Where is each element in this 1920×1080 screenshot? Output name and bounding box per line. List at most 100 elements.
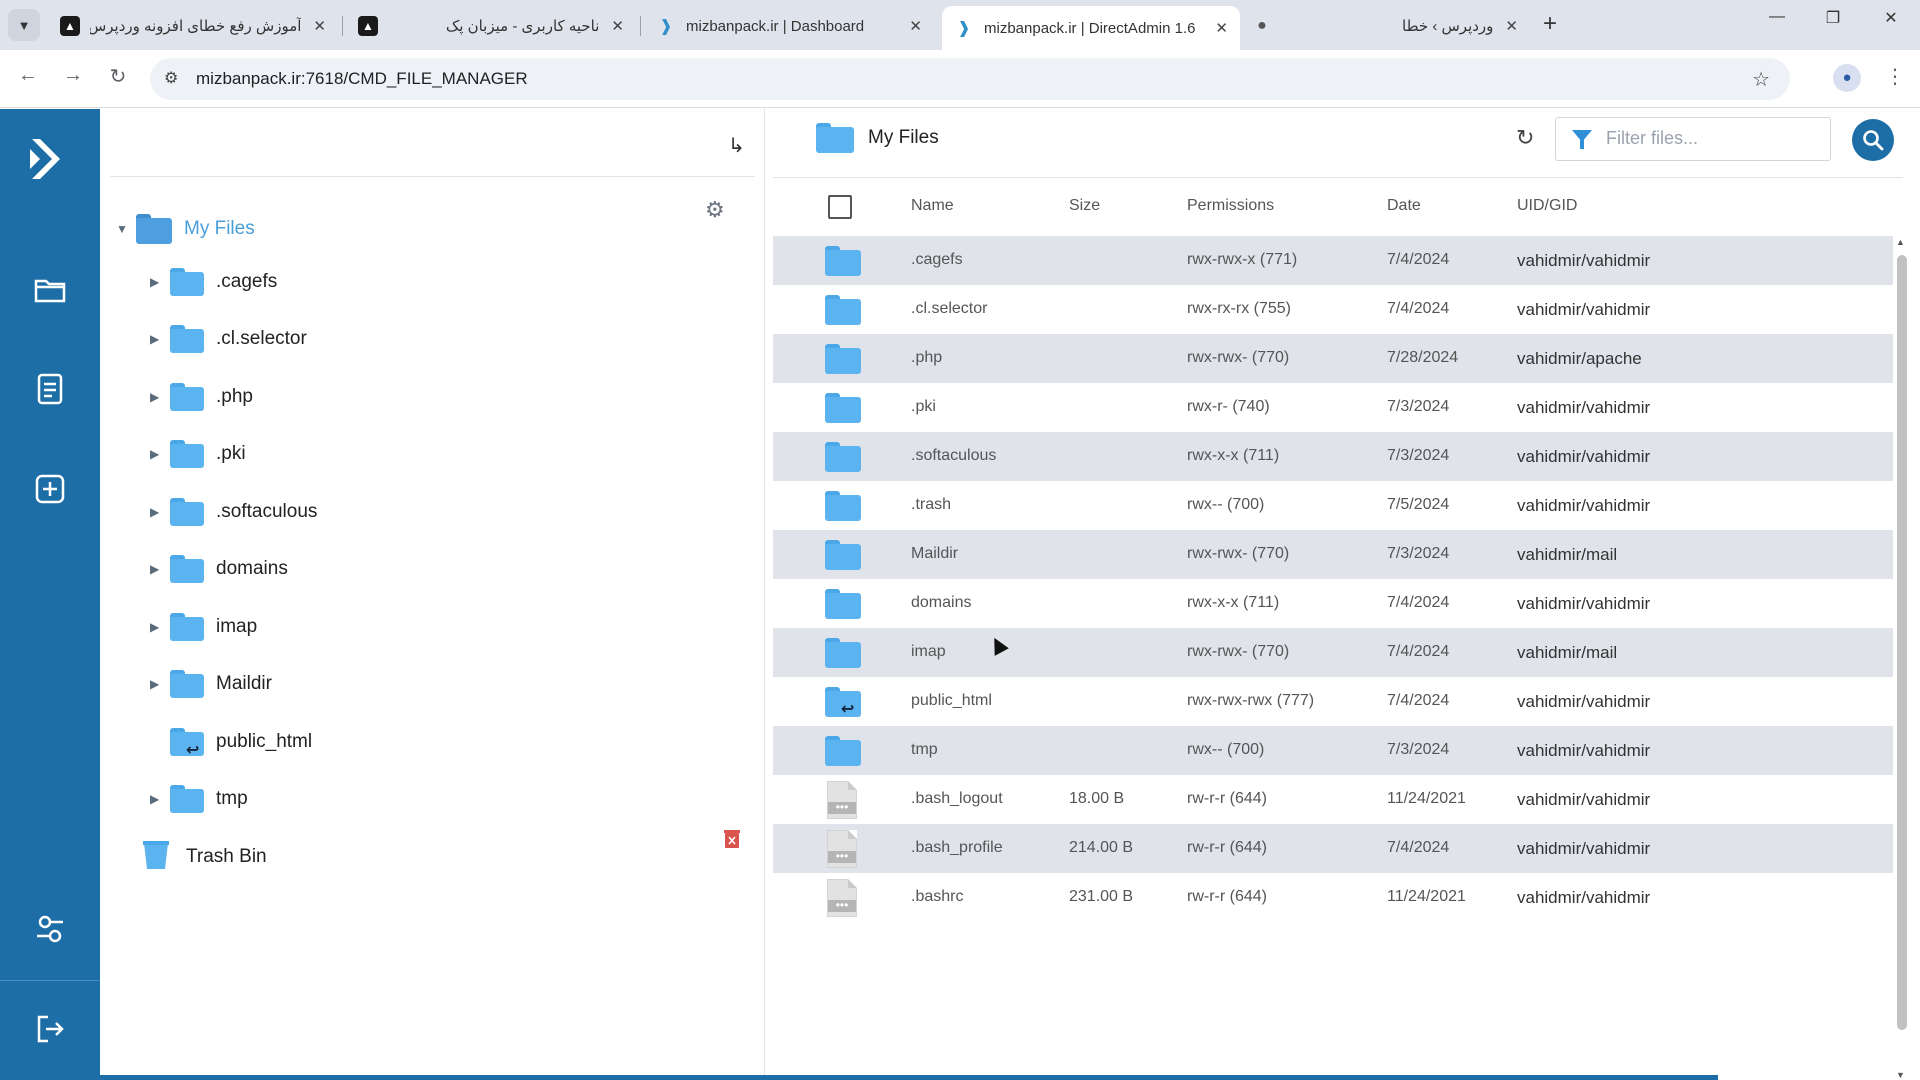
column-size[interactable]: Size [1069,197,1100,215]
file-name[interactable]: domains [911,594,971,612]
profile-avatar-icon[interactable]: ● [1833,64,1861,92]
breadcrumb-label[interactable]: My Files [868,127,939,149]
table-row[interactable]: .cl.selector rwx-rx-rx (755) 7/4/2024 vahid… [773,285,1893,334]
forward-icon[interactable]: → [58,64,88,87]
tree-item[interactable]: ▶ Maildir [150,664,272,704]
table-row[interactable]: .cagefs rwx-rwx-x (771) 7/4/2024 vahidmir/v… [773,236,1893,285]
browser-tab-3[interactable]: ❱ mizbanpack.ir | Dashboard ✕ [644,8,934,44]
browser-tab-1[interactable]: ▲ آموزش رفع خطای افزونه وردپرس ✕ [48,8,338,44]
scroll-up-icon[interactable]: ▲ [1896,237,1905,247]
table-row[interactable]: .softaculous rwx-x-x (711) 7/3/2024 vahidmi… [773,432,1893,481]
caret-right-icon[interactable]: ▶ [150,792,170,806]
close-icon[interactable]: ✕ [909,17,922,35]
tree-item[interactable]: ▶ .cl.selector [150,319,307,359]
url-text[interactable]: mizbanpack.ir:7618/CMD_FILE_MANAGER [196,69,528,89]
bookmark-star-icon[interactable]: ☆ [1752,67,1770,92]
gear-icon[interactable]: ⚙ [705,197,725,223]
site-info-icon[interactable]: ⚙ [164,68,178,88]
browser-tab-4[interactable]: ❱ mizbanpack.ir | DirectAdmin 1.6 ✕ [942,6,1240,50]
address-bar[interactable]: ⚙ mizbanpack.ir:7618/CMD_FILE_MANAGER ☆ [150,58,1790,100]
file-name[interactable]: .trash [911,496,951,514]
restore-icon[interactable]: ❐ [1813,8,1853,28]
tree-item[interactable]: ↩ public_html [150,722,312,762]
scroll-down-icon[interactable]: ▼ [1896,1070,1905,1080]
close-icon[interactable]: ✕ [1215,19,1228,37]
table-row[interactable]: ••• .bashrc 231.00 B rw-r-r (644) 11/24/2021… [773,873,1893,922]
caret-right-icon[interactable]: ▶ [150,562,170,576]
file-name[interactable]: imap [911,643,946,661]
folder-icon[interactable] [30,269,70,309]
file-name[interactable]: tmp [911,741,938,759]
file-name[interactable]: .cl.selector [911,300,987,318]
new-tab-button[interactable]: + [1543,10,1557,38]
table-row[interactable]: ••• .bash_logout 18.00 B rw-r-r (644) 11/24/… [773,775,1893,824]
file-name[interactable]: .pki [911,398,936,416]
table-row[interactable]: .php rwx-rwx- (770) 7/28/2024 vahidmir/apac… [773,334,1893,383]
tree-item[interactable]: ▶ domains [150,549,288,589]
tree-item[interactable]: ▶ .php [150,377,253,417]
tab-search-button[interactable]: ▼ [8,9,40,41]
tree-item[interactable]: ▶ .pki [150,434,246,474]
back-icon[interactable]: ← [13,64,43,87]
table-row[interactable]: tmp rwx-- (700) 7/3/2024 vahidmir/vahidmir [773,726,1893,775]
table-row[interactable]: imap rwx-rwx- (770) 7/4/2024 vahidmir/mail [773,628,1893,677]
caret-right-icon[interactable]: ▶ [150,620,170,634]
tree-item[interactable]: ▶ .cagefs [150,262,277,302]
refresh-icon[interactable]: ↻ [1516,125,1534,151]
file-name[interactable]: .bash_logout [911,790,1003,808]
file-name[interactable]: Maildir [911,545,958,563]
table-row[interactable]: ••• .bash_profile 214.00 B rw-r-r (644) 7/4/… [773,824,1893,873]
caret-right-icon[interactable]: ▶ [150,275,170,289]
scrollbar-thumb[interactable] [1897,255,1907,1030]
tree-root[interactable]: ▼ My Files [116,209,255,249]
minimize-icon[interactable]: — [1757,8,1797,26]
file-name[interactable]: .cagefs [911,251,963,269]
file-name[interactable]: .softaculous [911,447,996,465]
table-row[interactable]: ↩ public_html rwx-rwx-rwx (777) 7/4/2024 vah… [773,677,1893,726]
browser-tab-2[interactable]: ▲ ناحیه کاربری - میزبان پک ✕ [346,8,636,44]
trash-bin[interactable]: Trash Bin [142,837,267,877]
close-icon[interactable]: ✕ [611,17,624,35]
browser-menu-icon[interactable]: ⋮ [1885,64,1905,89]
caret-right-icon[interactable]: ▶ [150,447,170,461]
file-name[interactable]: public_html [911,692,992,710]
column-name[interactable]: Name [911,197,954,215]
directadmin-logo-icon[interactable] [28,135,72,195]
column-uid-gid[interactable]: UID/GID [1517,197,1577,215]
caret-down-icon[interactable]: ▼ [116,222,136,236]
caret-right-icon[interactable]: ▶ [150,505,170,519]
search-button[interactable] [1852,119,1894,161]
column-permissions[interactable]: Permissions [1187,197,1274,215]
close-icon[interactable]: ✕ [1505,17,1518,35]
filter-input[interactable] [1606,128,1816,149]
close-icon[interactable]: ✕ [313,17,326,35]
settings-sliders-icon[interactable] [30,909,70,949]
empty-trash-icon[interactable] [724,829,740,849]
file-name[interactable]: .php [911,349,942,367]
caret-right-icon[interactable]: ▶ [150,677,170,691]
document-icon[interactable] [30,369,70,409]
table-row[interactable]: .trash rwx-- (700) 7/5/2024 vahidmir/vahidm… [773,481,1893,530]
table-row[interactable]: Maildir rwx-rwx- (770) 7/3/2024 vahidmir/ma… [773,530,1893,579]
logout-icon[interactable] [30,1009,70,1049]
tree-item[interactable]: ▶ imap [150,607,257,647]
tree-item[interactable]: ▶ .softaculous [150,492,317,532]
file-name[interactable]: .bashrc [911,888,963,906]
window-close-icon[interactable]: ✕ [1871,8,1911,28]
column-date[interactable]: Date [1387,197,1421,215]
browser-tab-5[interactable]: ● وردپرس › خطا ✕ [1240,8,1530,44]
caret-right-icon[interactable]: ▶ [150,390,170,404]
caret-right-icon[interactable]: ▶ [150,332,170,346]
select-all-checkbox[interactable] [828,195,852,219]
reload-icon[interactable]: ↻ [103,64,133,89]
tab-logo-icon: ▲ [60,16,80,36]
table-row[interactable]: domains rwx-x-x (711) 7/4/2024 vahidmir/vah… [773,579,1893,628]
breadcrumb[interactable]: My Files [816,123,939,153]
collapse-tree-icon[interactable]: ↳ [728,133,745,158]
tree-item[interactable]: ▶ tmp [150,779,248,819]
file-name[interactable]: .bash_profile [911,839,1003,857]
table-row[interactable]: .pki rwx-r- (740) 7/3/2024 vahidmir/vahidmi… [773,383,1893,432]
add-file-icon[interactable] [30,469,70,509]
filter-files-field[interactable] [1555,117,1831,161]
vertical-scrollbar[interactable]: ▲ ▼ [1894,237,1910,1080]
